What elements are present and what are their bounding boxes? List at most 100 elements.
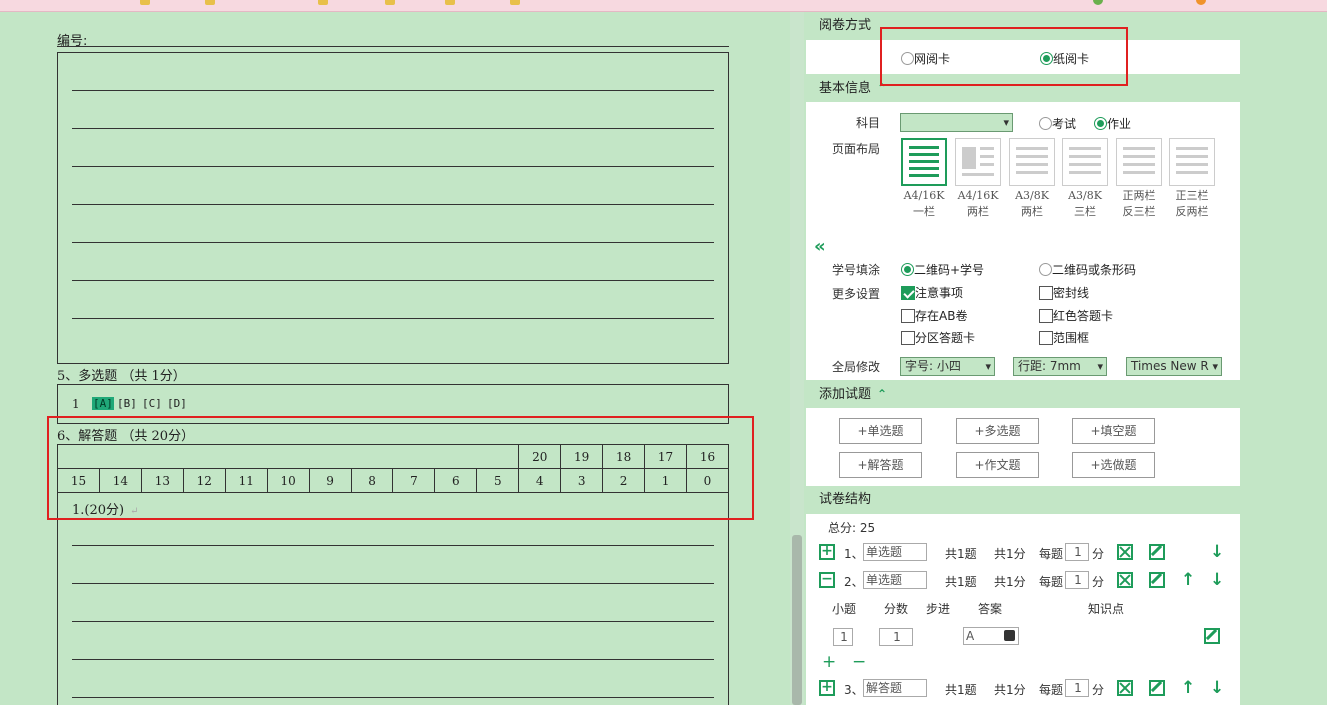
qr-plus-id-option[interactable]: 二维码+学号 (901, 261, 984, 278)
range-box-checkbox-option[interactable]: 范围框 (1039, 329, 1089, 346)
qr-or-barcode-option[interactable]: 二维码或条形码 (1039, 261, 1136, 278)
exam-option[interactable]: 考试 (1039, 115, 1076, 132)
add-answer-question-button[interactable]: +解答题 (839, 452, 922, 478)
seal-line-checkbox-option[interactable]: 密封线 (1039, 284, 1089, 301)
zoned-sheet-checkbox-option[interactable]: 分区答题卡 (901, 329, 975, 346)
total-score: 总分: 25 (828, 521, 876, 535)
expand-plus-icon[interactable]: + (819, 544, 835, 560)
exam-radio[interactable] (1039, 117, 1052, 130)
font-size-select[interactable]: 字号: 小四 ▾ (900, 357, 995, 376)
layout-front3-back2[interactable] (1169, 138, 1215, 186)
delete-x-icon[interactable] (1117, 572, 1133, 588)
red-sheet-checkbox-option[interactable]: 红色答题卡 (1039, 307, 1113, 324)
notes-checkbox-option[interactable]: 注意事项 (901, 284, 963, 301)
sub-header-knowledge: 知识点 (1088, 602, 1125, 616)
chevron-down-icon: ▾ (1212, 360, 1218, 373)
collapse-double-chevron-icon[interactable]: « (814, 236, 826, 257)
zoned-sheet-checkbox[interactable] (901, 330, 915, 345)
move-down-icon[interactable]: ↓ (1210, 572, 1224, 589)
add-single-choice-button[interactable]: +单选题 (839, 418, 922, 444)
structure-row-num: 1、 (844, 547, 864, 561)
homework-option[interactable]: 作业 (1094, 115, 1131, 132)
mc-option-c[interactable]: [C] (142, 397, 162, 410)
per-question-score-input[interactable]: 1 (1065, 571, 1089, 589)
pencil-icon[interactable] (1004, 630, 1015, 641)
serial-underline (57, 46, 729, 47)
sub-header-score: 分数 (884, 602, 909, 616)
highlight-box-answer-section (47, 416, 754, 520)
add-optional-question-button[interactable]: +选做题 (1072, 452, 1155, 478)
move-down-icon[interactable]: ↓ (1210, 544, 1224, 561)
layout-caption: A3/8K 三栏 (1068, 189, 1102, 218)
ab-paper-checkbox[interactable] (901, 308, 915, 323)
layout-caption: A3/8K 两栏 (1015, 189, 1049, 218)
seal-line-checkbox[interactable] (1039, 285, 1053, 300)
layout-a3-two-column[interactable] (1009, 138, 1055, 186)
layout-front2-back3[interactable] (1116, 138, 1162, 186)
delete-x-icon[interactable] (1117, 544, 1133, 560)
delete-x-icon[interactable] (1117, 680, 1133, 696)
section-name-input[interactable]: 单选题 (863, 543, 927, 561)
add-fill-blank-button[interactable]: +填空题 (1072, 418, 1155, 444)
qr-or-barcode-radio[interactable] (1039, 263, 1052, 276)
question-count: 共1题 (945, 547, 977, 561)
add-sub-question-icon[interactable]: + (822, 652, 836, 672)
student-id-label: 学号填涂 (832, 263, 881, 277)
mc-option-b[interactable]: [B] (117, 397, 137, 410)
ab-paper-checkbox-option[interactable]: 存在AB卷 (901, 307, 967, 324)
section-score: 共1分 (994, 547, 1026, 561)
layout-caption: 正三栏 反两栏 (1175, 189, 1209, 218)
mc-option-a[interactable]: [A] (92, 397, 114, 410)
qr-plus-id-radio[interactable] (901, 263, 914, 276)
answer-sheet-preview: 编号: 5、多选题 （共 1分） 1 [A] [B] [C] [D] 6、解答题… (0, 12, 790, 705)
layout-a4-two-column[interactable] (955, 138, 1001, 186)
edit-icon[interactable] (1149, 680, 1165, 696)
font-family-select[interactable]: Times New R ▾ (1126, 357, 1222, 376)
notes-checkbox[interactable] (901, 285, 915, 300)
layout-caption: A4/16K 一栏 (903, 189, 945, 218)
subject-select[interactable]: ▾ (900, 113, 1013, 132)
sub-question-answer-input[interactable]: A (963, 627, 1019, 645)
per-question-score-input[interactable]: 1 (1065, 543, 1089, 561)
move-up-icon[interactable]: ↑ (1181, 680, 1195, 697)
remove-sub-question-icon[interactable]: − (852, 652, 866, 672)
section-name-input[interactable]: 单选题 (863, 571, 927, 589)
range-box-checkbox[interactable] (1039, 330, 1053, 345)
structure-row-num: 2、 (844, 575, 864, 589)
move-down-icon[interactable]: ↓ (1210, 680, 1224, 697)
edit-icon[interactable] (1149, 544, 1165, 560)
expand-plus-icon[interactable]: + (819, 680, 835, 696)
mc-option-d[interactable]: [D] (167, 397, 187, 410)
chevron-up-icon[interactable]: ⌃ (877, 387, 887, 401)
highlight-box-review-mode (880, 27, 1128, 86)
subject-label: 科目 (856, 116, 881, 130)
homework-radio[interactable] (1094, 117, 1107, 130)
sub-question-score-input[interactable]: 1 (879, 628, 913, 646)
collapse-minus-icon[interactable]: − (819, 572, 835, 588)
red-sheet-checkbox[interactable] (1039, 308, 1053, 323)
mc-question-number: 1 (72, 397, 80, 411)
sub-header-answer: 答案 (978, 602, 1003, 616)
section-5-title: 5、多选题 （共 1分） (57, 369, 186, 384)
line-spacing-select[interactable]: 行距: 7mm ▾ (1013, 357, 1107, 376)
per-question-score-input[interactable]: 1 (1065, 679, 1089, 697)
layout-caption: A4/16K 两栏 (957, 189, 999, 218)
move-up-icon[interactable]: ↑ (1181, 572, 1195, 589)
add-multi-choice-button[interactable]: +多选题 (956, 418, 1039, 444)
per-question-label: 每题 (1039, 575, 1064, 589)
knowledge-edit-icon[interactable] (1204, 628, 1220, 644)
edit-icon[interactable] (1149, 572, 1165, 588)
section-name-input[interactable]: 解答题 (863, 679, 927, 697)
sheet-scrollbar-thumb[interactable] (792, 535, 802, 705)
add-questions-header[interactable]: 添加试题 ⌃ (806, 380, 1240, 408)
sub-header-question: 小题 (832, 602, 857, 616)
sub-question-number-input[interactable]: 1 (833, 628, 853, 646)
question-count: 共1题 (945, 575, 977, 589)
layout-a4-one-column[interactable] (901, 138, 947, 186)
per-question-label: 每题 (1039, 683, 1064, 697)
question-count: 共1题 (945, 683, 977, 697)
page-layout-label: 页面布局 (832, 142, 881, 156)
layout-a3-three-column[interactable] (1062, 138, 1108, 186)
add-essay-button[interactable]: +作文题 (956, 452, 1039, 478)
layout-caption: 正两栏 反三栏 (1122, 189, 1156, 218)
